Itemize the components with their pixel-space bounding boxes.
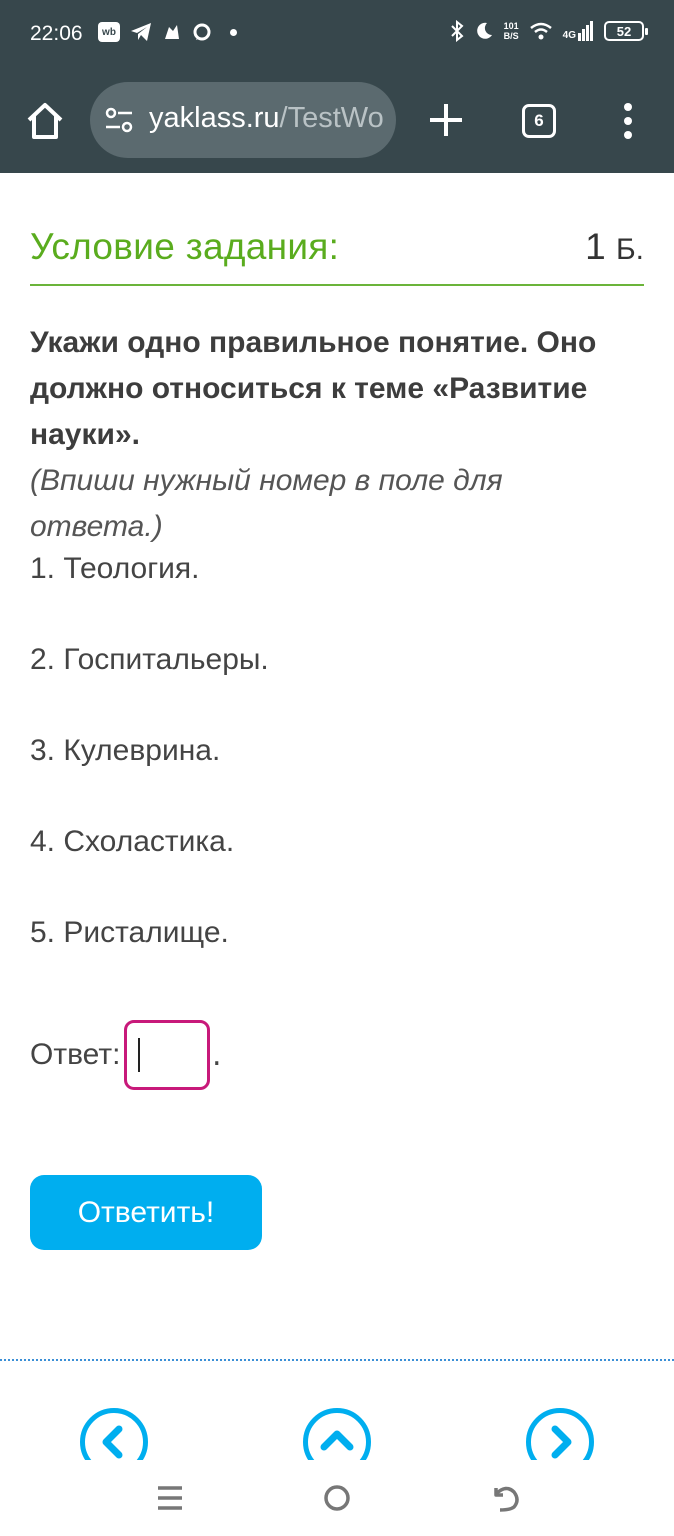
tab-switcher-button[interactable]: 6: [522, 104, 556, 138]
more-notifications-dot: [230, 28, 237, 36]
browser-toolbar: yaklass.ru/TestWo 6: [0, 82, 674, 158]
option-item: 3. Кулеврина.: [30, 734, 221, 767]
bluetooth-icon: [450, 20, 464, 42]
wifi-icon: [529, 22, 552, 40]
net-speed: 101 B/S: [503, 21, 519, 41]
task-header: Условие задания: 1 Б.: [30, 222, 644, 286]
option-item: 4. Схоластика.: [30, 825, 235, 858]
home-nav-icon[interactable]: [317, 1478, 357, 1518]
browser-chrome: 22:06 wb 101 B/S 4G 52 yaklass.ru/TestWo…: [0, 0, 674, 173]
answer-input[interactable]: [124, 1020, 210, 1090]
option-item: 2. Госпитальеры.: [30, 643, 269, 676]
more-menu-icon[interactable]: [616, 102, 640, 140]
status-bar: 22:06 wb 101 B/S 4G 52: [0, 0, 674, 68]
section-divider: [0, 1359, 674, 1361]
text-caret: [138, 1038, 140, 1072]
answer-suffix: .: [212, 1038, 222, 1073]
system-indicators: 101 B/S 4G 52: [450, 20, 648, 42]
battery-indicator: 52: [604, 21, 648, 41]
status-time: 22:06: [30, 22, 83, 45]
back-icon[interactable]: [486, 1478, 526, 1518]
notification-icons: wb: [98, 22, 237, 42]
option-item: 5. Ристалище.: [30, 916, 229, 949]
chat-bubble-icon: [193, 23, 211, 41]
telegram-icon: [131, 23, 151, 41]
home-icon[interactable]: [24, 100, 66, 142]
question-hint: (Впиши нужный номер в поле для ответа.): [30, 464, 503, 543]
submit-answer-button[interactable]: Ответить!: [30, 1175, 262, 1250]
task-points: 1 Б.: [585, 226, 644, 267]
system-nav-bar: [0, 1460, 674, 1536]
option-item: 1. Теология.: [30, 552, 200, 585]
new-tab-icon[interactable]: [426, 100, 466, 140]
url-text: yaklass.ru/TestWo: [149, 102, 384, 134]
wb-app-icon: wb: [98, 22, 120, 42]
question-block: Укажи одно правильное понятие. Оно должн…: [30, 320, 630, 550]
question-text: Укажи одно правильное понятие. Оно должн…: [30, 326, 597, 451]
address-bar[interactable]: yaklass.ru/TestWo: [90, 82, 396, 158]
site-settings-icon[interactable]: [104, 106, 134, 134]
app-notification-icon: [165, 25, 179, 39]
moon-icon: [476, 22, 492, 39]
task-title: Условие задания:: [30, 226, 340, 267]
recent-apps-icon[interactable]: [150, 1478, 190, 1518]
cell-signal-icon: 4G: [563, 21, 594, 41]
answer-label: Ответ:: [30, 1038, 121, 1071]
